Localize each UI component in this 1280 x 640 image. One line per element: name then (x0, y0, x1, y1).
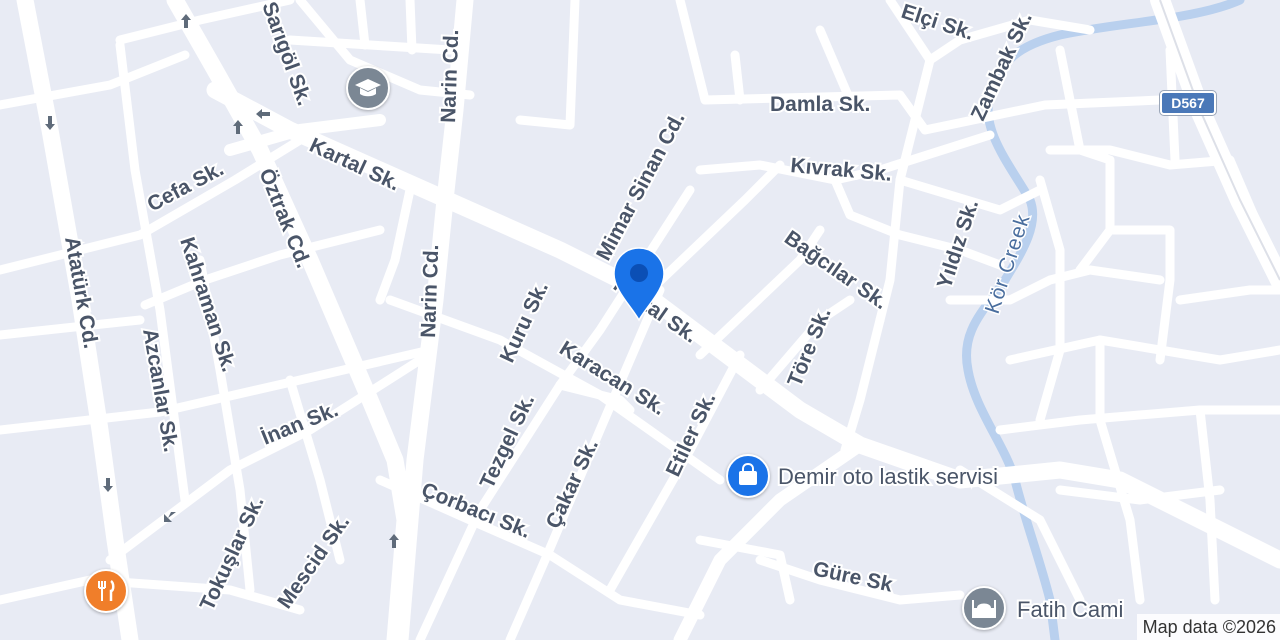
street-label: Azcanlar Sk. (138, 327, 182, 454)
route-shield-d567: D567 (1160, 91, 1216, 115)
poi-school[interactable] (346, 66, 390, 110)
street-label: Damla Sk. (770, 93, 870, 116)
street-label: Çakar Sk. (542, 436, 603, 532)
street-label: Bağcılar Sk. (780, 226, 892, 314)
street-label: Atatürk Cd. (60, 235, 102, 350)
street-label: Çorbacı Sk. (418, 478, 534, 543)
poi-restaurant[interactable] (84, 569, 128, 613)
street-label: Kahraman Sk. (175, 234, 240, 374)
street-label: Narin Cd. (417, 244, 443, 338)
map-attribution[interactable]: Map data ©2026 (1136, 614, 1280, 640)
poi-label-fatih-cami: Fatih Cami (1017, 597, 1123, 622)
poi-fatih-cami[interactable] (962, 586, 1006, 630)
street-label: Mimar Sinan Cd. (592, 108, 690, 264)
map-view[interactable]: Elçi Sk. Zambak Sk. Sarıgöl Sk. Narin Cd… (0, 0, 1280, 640)
street-label: Kıvrak Sk. (790, 154, 893, 186)
map-canvas[interactable]: Elçi Sk. Zambak Sk. Sarıgöl Sk. Narin Cd… (0, 0, 1280, 640)
route-shield-label: D567 (1160, 91, 1216, 115)
minor-roads (0, 0, 1280, 640)
poi-label-demir-oto: Demir oto lastik servisi (778, 464, 998, 489)
restaurant-icon (98, 579, 115, 601)
street-label: Kartal Sk. (306, 134, 404, 196)
school-icon (355, 79, 381, 97)
street-label: Narin Cd. (437, 29, 463, 123)
shopping-bag-icon (739, 462, 757, 485)
street-label: Tezgel Sk. (476, 391, 540, 492)
mosque-icon (972, 600, 996, 618)
street-label: Etiler Sk. (662, 389, 721, 480)
street-label: Sarıgöl Sk. (257, 0, 316, 109)
poi-demir-oto-lastik-servisi[interactable] (726, 454, 770, 498)
